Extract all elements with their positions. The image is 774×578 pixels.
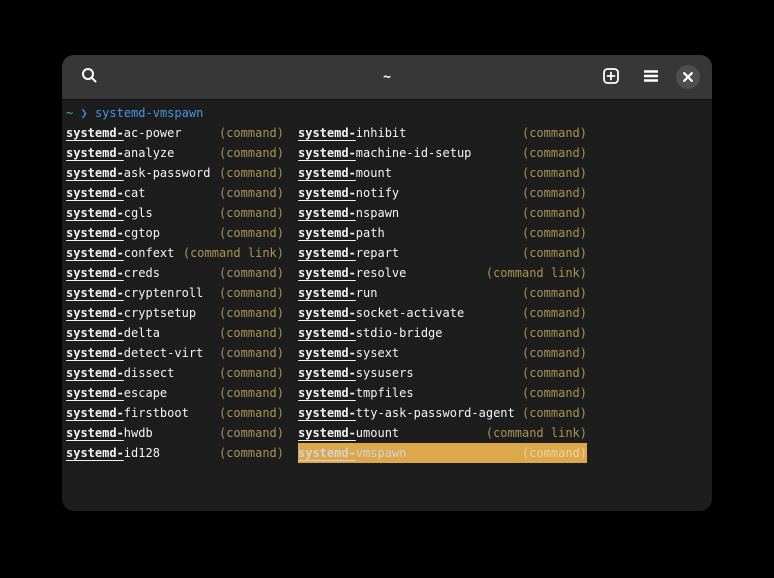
- completion-item: systemd-escape(command): [66, 383, 284, 403]
- completion-item: systemd-run(command): [298, 283, 587, 303]
- new-tab-button[interactable]: [596, 62, 626, 92]
- completion-item: systemd-detect-virt(command): [66, 343, 284, 363]
- completion-item: systemd-cgls(command): [66, 203, 284, 223]
- completion-row: systemd-cat(command) systemd-notify(comma…: [66, 183, 708, 203]
- completion-item: systemd-cgtop(command): [66, 223, 284, 243]
- terminal-window: ~: [62, 55, 712, 511]
- completion-item-selected: systemd-vmspawn(command): [298, 443, 587, 463]
- completion-row: systemd-confext(command link) systemd-rep…: [66, 243, 708, 263]
- completion-item: systemd-dissect(command): [66, 363, 284, 383]
- completion-item: systemd-stdio-bridge(command): [298, 323, 587, 343]
- completion-item: systemd-id128(command): [66, 443, 284, 463]
- completion-item: systemd-nspawn(command): [298, 203, 587, 223]
- completion-item: systemd-delta(command): [66, 323, 284, 343]
- prompt-symbol: ❯: [80, 106, 87, 120]
- completion-item: systemd-hwdb(command): [66, 423, 284, 443]
- completion-row: systemd-detect-virt(command) systemd-syse…: [66, 343, 708, 363]
- completion-item: systemd-cat(command): [66, 183, 284, 203]
- completion-item: systemd-ac-power(command): [66, 123, 284, 143]
- completion-item: systemd-socket-activate(command): [298, 303, 587, 323]
- completion-item: systemd-ask-password(command): [66, 163, 284, 183]
- close-icon: [683, 70, 693, 85]
- completion-list: systemd-ac-power(command) systemd-inhibit…: [66, 123, 708, 463]
- completion-item: systemd-sysext(command): [298, 343, 587, 363]
- headerbar: ~: [62, 55, 712, 100]
- completion-item: systemd-machine-id-setup(command): [298, 143, 587, 163]
- completion-row: systemd-id128(command) systemd-vmspawn(co…: [66, 443, 708, 463]
- completion-item: systemd-path(command): [298, 223, 587, 243]
- completion-item: systemd-creds(command): [66, 263, 284, 283]
- completion-item: systemd-sysusers(command): [298, 363, 587, 383]
- menu-button[interactable]: [636, 62, 666, 92]
- completion-row: systemd-cgls(command) systemd-nspawn(comm…: [66, 203, 708, 223]
- completion-row: systemd-cryptsetup(command) systemd-socke…: [66, 303, 708, 323]
- completion-row: systemd-ask-password(command) systemd-mou…: [66, 163, 708, 183]
- completion-item: systemd-repart(command): [298, 243, 587, 263]
- completion-item: systemd-cryptsetup(command): [66, 303, 284, 323]
- completion-row: systemd-firstboot(command) systemd-tty-as…: [66, 403, 708, 423]
- completion-row: systemd-escape(command) systemd-tmpfiles(…: [66, 383, 708, 403]
- completion-row: systemd-ac-power(command) systemd-inhibit…: [66, 123, 708, 143]
- completion-row: systemd-creds(command) systemd-resolve(co…: [66, 263, 708, 283]
- completion-item: systemd-mount(command): [298, 163, 587, 183]
- completion-row: systemd-analyze(command) systemd-machine-…: [66, 143, 708, 163]
- completion-item: systemd-resolve(command link): [298, 263, 587, 283]
- completion-row: systemd-hwdb(command) systemd-umount(comm…: [66, 423, 708, 443]
- menu-icon: [643, 69, 659, 86]
- completion-item: systemd-cryptenroll(command): [66, 283, 284, 303]
- completion-item: systemd-analyze(command): [66, 143, 284, 163]
- completion-item: systemd-inhibit(command): [298, 123, 587, 143]
- completion-row: systemd-delta(command) systemd-stdio-brid…: [66, 323, 708, 343]
- completion-row: systemd-cryptenroll(command) systemd-run(…: [66, 283, 708, 303]
- completion-item: systemd-tty-ask-password-agent(command): [298, 403, 587, 423]
- completion-item: systemd-confext(command link): [66, 243, 284, 263]
- completion-item: systemd-umount(command link): [298, 423, 587, 443]
- search-button[interactable]: [74, 62, 104, 92]
- close-button[interactable]: [676, 65, 700, 89]
- completion-item: systemd-tmpfiles(command): [298, 383, 587, 403]
- prompt-line: ~ ❯ systemd-vmspawn: [66, 103, 708, 123]
- terminal-screen[interactable]: ~ ❯ systemd-vmspawn systemd-ac-power(com…: [62, 100, 712, 510]
- completion-row: systemd-cgtop(command) systemd-path(comma…: [66, 223, 708, 243]
- completion-row: systemd-dissect(command) systemd-sysusers…: [66, 363, 708, 383]
- completion-item: systemd-firstboot(command): [66, 403, 284, 423]
- new-tab-icon: [602, 67, 620, 88]
- search-icon: [81, 67, 98, 87]
- prompt-input: systemd-vmspawn: [95, 106, 203, 120]
- completion-item: systemd-notify(command): [298, 183, 587, 203]
